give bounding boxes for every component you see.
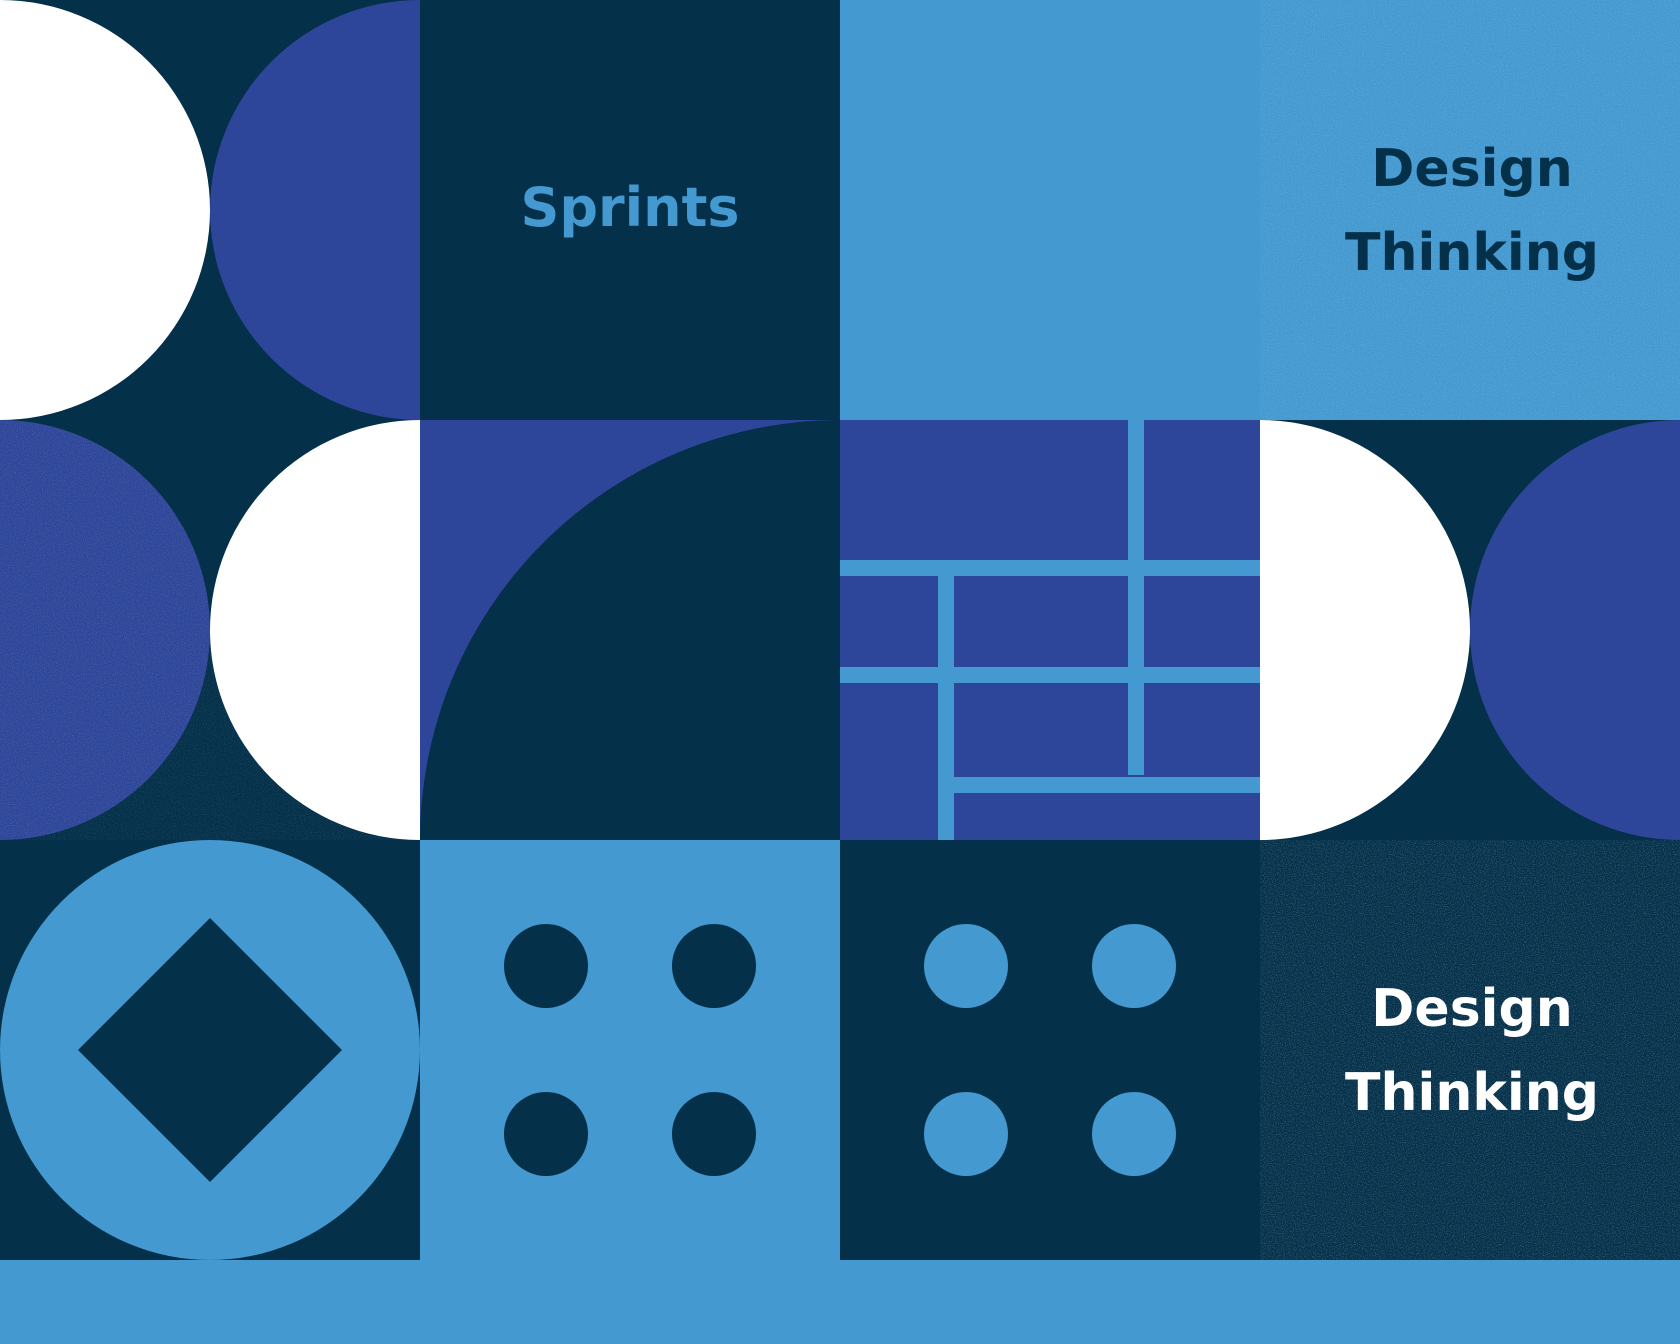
tile-quarter-arc [420,420,840,840]
dot [504,1092,588,1176]
thinking-label-top: Thinking [1345,223,1599,283]
tile-design-thinking-bottom: Design Thinking [1260,840,1680,1260]
dot [672,1092,756,1176]
grain-texture [1260,840,1680,1260]
tile-half-circles-top-left [0,0,420,420]
tile-textured-circles [0,420,420,840]
dot [1092,924,1176,1008]
tile-sprints: Sprints [420,0,840,420]
grain-texture [1260,0,1680,420]
design-label-bottom: Design [1371,979,1572,1039]
tile-brick-grid [840,420,1260,840]
dot [672,924,756,1008]
design-label-top: Design [1371,139,1572,199]
bottom-sky-strip [0,1260,1680,1344]
dot [924,1092,1008,1176]
tile-diamond-circle [0,840,420,1260]
tile-dots-navy-on-sky [420,840,840,1260]
thinking-label-bottom: Thinking [1345,1063,1599,1123]
dot [924,924,1008,1008]
tile-sky-block [840,0,1260,420]
dot [504,924,588,1008]
tile-dots-sky-on-navy [840,840,1260,1260]
tile-design-thinking-top: Design Thinking [1260,0,1680,420]
dot [1092,1092,1176,1176]
geometric-pattern-artwork: Sprints Design Thinking Design Thinking [0,0,1680,1344]
tile-half-circles-right [1260,420,1680,840]
sprints-label: Sprints [520,176,739,239]
